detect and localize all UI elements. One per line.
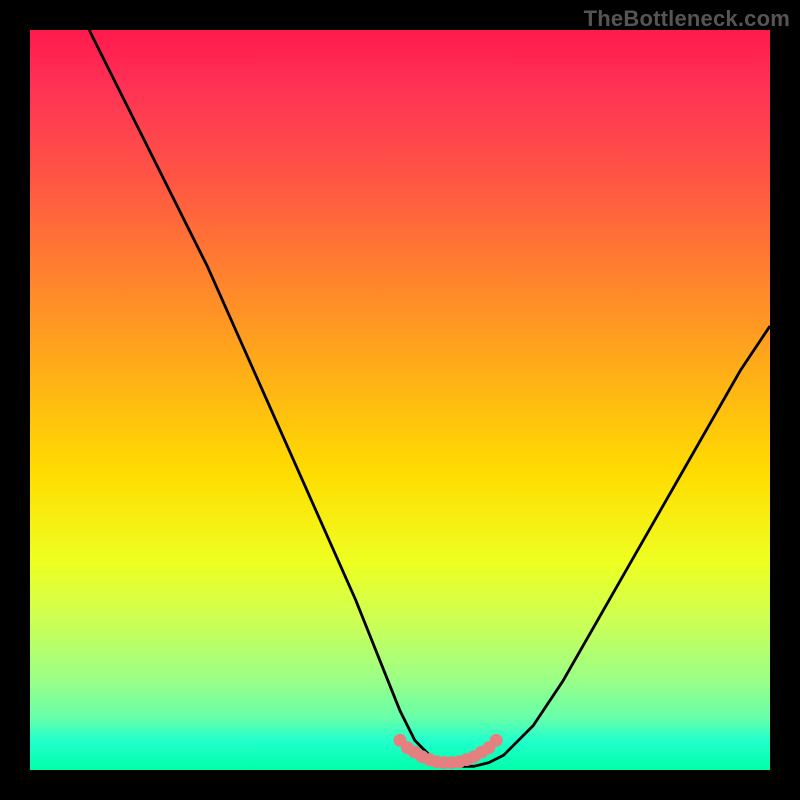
valley-marker bbox=[394, 734, 503, 769]
valley-dot bbox=[482, 741, 495, 754]
valley-dot bbox=[468, 750, 481, 763]
valley-dot bbox=[423, 753, 436, 766]
curve-layer bbox=[30, 30, 770, 770]
valley-dot bbox=[401, 741, 414, 754]
valley-dot bbox=[416, 750, 429, 763]
valley-dot bbox=[475, 746, 488, 759]
watermark-text: TheBottleneck.com bbox=[584, 6, 790, 32]
plot-area bbox=[30, 30, 770, 770]
valley-dot bbox=[408, 746, 421, 759]
valley-dot bbox=[453, 755, 466, 768]
valley-dot bbox=[438, 756, 451, 769]
bottleneck-curve bbox=[89, 30, 770, 766]
valley-dot bbox=[490, 734, 503, 747]
valley-dot bbox=[445, 756, 458, 769]
chart-container: TheBottleneck.com bbox=[0, 0, 800, 800]
valley-dot bbox=[460, 753, 473, 766]
valley-dot bbox=[394, 734, 407, 747]
valley-dot bbox=[431, 755, 444, 768]
